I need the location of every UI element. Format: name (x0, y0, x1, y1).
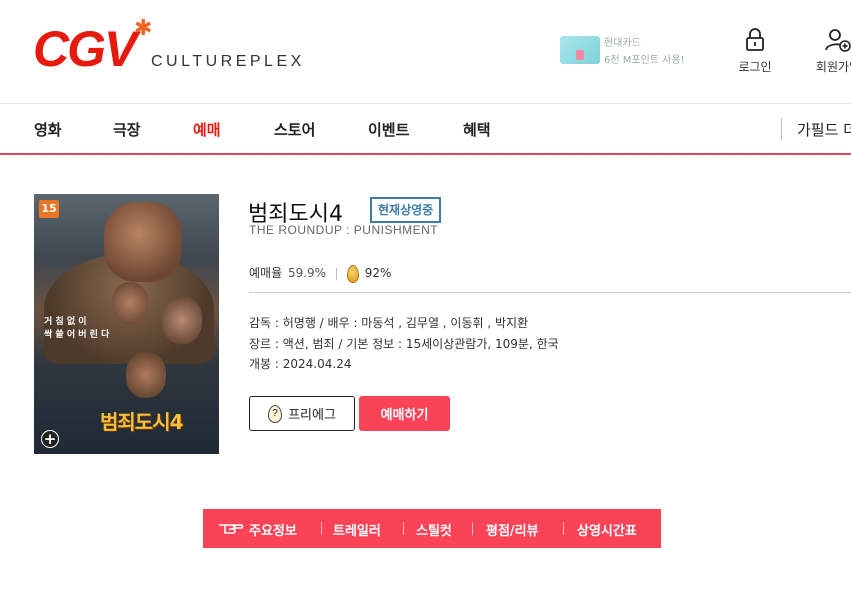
plus-icon[interactable]: + (41, 430, 59, 448)
golden-egg-value: 92% (364, 266, 392, 280)
nav-divider (781, 118, 782, 140)
nav-item-booking[interactable]: 예매 (193, 119, 221, 140)
poster-tagline-2: 싹 쓸 어 버 린 다 (44, 330, 110, 340)
poster-title-art: 범죄도시4 (100, 410, 184, 434)
ad-line1: 현대카드 (604, 38, 641, 49)
nav-item-event[interactable]: 이벤트 (368, 119, 409, 140)
nav-item-movie[interactable]: 영화 (34, 119, 62, 140)
genre-info-line: 장르 : 액션, 범죄 / 기본 정보 : 15세이상관람가, 109분, 한국 (249, 337, 559, 351)
poster-figure-main (104, 202, 182, 282)
logo-subtitle: CULTUREPLEX (151, 53, 305, 70)
tab-main-info[interactable]: 주요정보 (249, 520, 297, 539)
release-date-line: 개봉 : 2024.04.24 (249, 357, 352, 371)
main-nav: 영화 극장 예매 스토어 이벤트 혜택 가필드 더 (0, 103, 851, 155)
pre-egg-button[interactable]: ? 프리에그 (249, 396, 355, 431)
age-rating-badge: 15 (39, 200, 59, 218)
poster-tagline: 거 침 없 이 싹 쓸 어 버 린 다 (44, 316, 109, 342)
info-divider (249, 292, 851, 293)
nav-item-theater[interactable]: 극장 (113, 119, 141, 140)
director-cast-line: 감독 : 허명행 / 배우 : 마동석 , 김무열 , 이동휘 , 박지환 (249, 316, 529, 330)
join-label: 회원가입 (815, 60, 851, 74)
tab-trailer[interactable]: 트레일러 (333, 520, 381, 539)
movie-detail-tabs: 주요정보 트레일러 스틸컷 평점/리뷰 상영시간표 (203, 509, 661, 548)
ad-line2: 6천 M포인트 사용! (604, 55, 685, 66)
egg-question-icon: ? (268, 404, 283, 423)
nav-search-movie-link[interactable]: 가필드 더 (797, 119, 851, 140)
stats-divider (335, 267, 337, 280)
tab-divider (472, 522, 473, 535)
tab-divider (321, 522, 322, 535)
login-label: 로그인 (738, 60, 772, 74)
tab-showtimes[interactable]: 상영시간표 (577, 520, 637, 539)
tab-stillcut[interactable]: 스틸컷 (416, 520, 452, 539)
movie-poster[interactable]: 15 거 침 없 이 싹 쓸 어 버 린 다 범죄도시4 + (34, 194, 219, 454)
hand-pointer-icon (219, 524, 244, 534)
tab-divider (563, 522, 564, 535)
logo-wordmark: CGV (33, 21, 137, 77)
poster-figure-4 (126, 352, 166, 398)
reservation-rate-label: 예매율 (249, 266, 283, 280)
user-plus-icon (825, 29, 851, 52)
egg-icon (346, 264, 359, 283)
book-button[interactable]: 예매하기 (359, 396, 450, 431)
reservation-rate-value: 59.9% (287, 266, 327, 280)
site-header: CGV ✱ CULTUREPLEX 현대카드 6천 M포인트 사용! 로그인 회… (0, 0, 851, 103)
card-ad-banner[interactable]: 현대카드 6천 M포인트 사용! (560, 30, 690, 70)
tab-reviews[interactable]: 평점/리뷰 (486, 520, 539, 539)
movie-english-title: THE ROUNDUP : PUNISHMENT (249, 223, 439, 237)
poster-figure-2 (112, 282, 148, 324)
nav-item-store[interactable]: 스토어 (274, 119, 315, 140)
status-badge: 현재상영중 (370, 197, 442, 223)
nav-item-benefit[interactable]: 혜택 (463, 119, 491, 140)
tab-divider (403, 522, 404, 535)
movie-stats: 예매율 59.9% 92% (249, 264, 391, 283)
pre-egg-label: 프리에그 (288, 407, 336, 422)
logo-star-icon: ✱ (134, 16, 153, 41)
poster-figure-3 (162, 296, 202, 344)
poster-tagline-1: 거 침 없 이 (44, 317, 87, 327)
join-button[interactable]: 회원가입 (808, 28, 851, 75)
login-button[interactable]: 로그인 (730, 28, 780, 75)
lock-icon (746, 28, 764, 51)
card-image (560, 36, 600, 64)
